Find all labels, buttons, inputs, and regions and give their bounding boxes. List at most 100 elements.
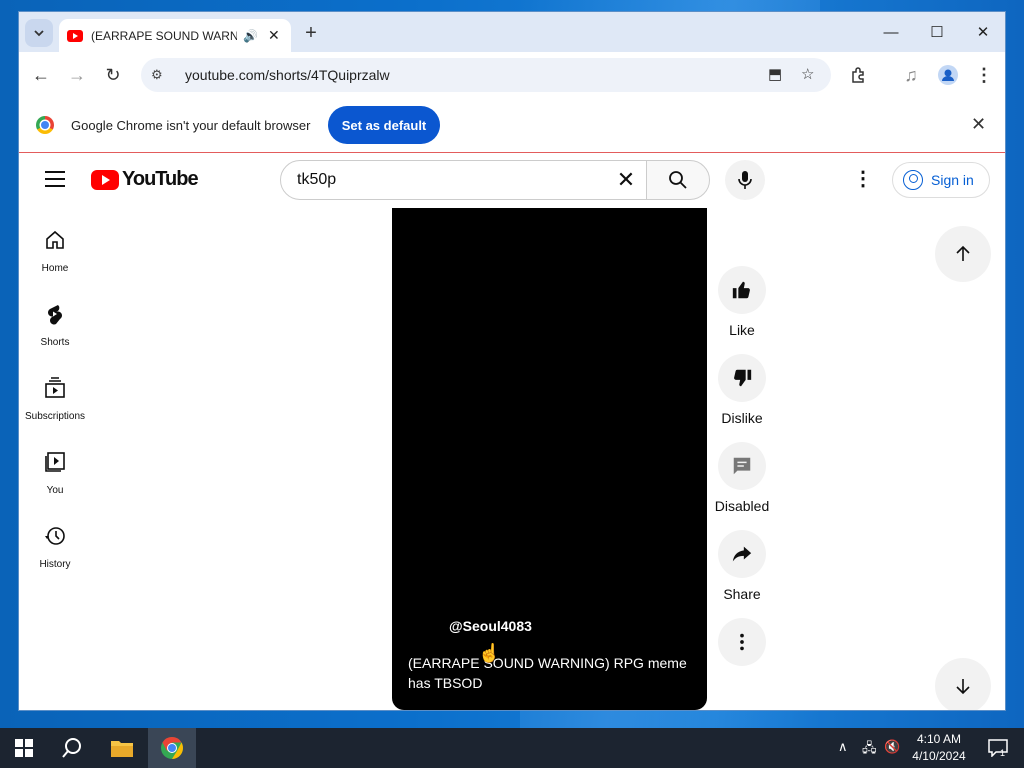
tab-title: (EARRAPE SOUND WARNING) RPG meme has TBS… bbox=[91, 28, 237, 43]
guide-item-history[interactable]: History bbox=[19, 524, 91, 572]
microphone-icon bbox=[738, 171, 752, 189]
shorts-icon bbox=[47, 305, 63, 325]
settings-more-icon[interactable]: ⋮ bbox=[851, 166, 875, 194]
tab-close-button[interactable]: ✕ bbox=[268, 27, 280, 44]
browser-window: (EARRAPE SOUND WARNING) RPG meme has TBS… bbox=[18, 11, 1006, 711]
guide-label-you: You bbox=[46, 485, 64, 496]
guide-item-subscriptions[interactable]: Subscriptions bbox=[19, 376, 91, 424]
url-text: youtube.com/shorts/4TQuiprzalw bbox=[185, 67, 390, 83]
youtube-logo[interactable]: YouTube bbox=[91, 168, 199, 191]
video-caption[interactable]: (EARRAPE SOUND WARNING) RPG meme has TBS… bbox=[408, 653, 688, 693]
youtube-page: YouTube tk50p ✕ ⋮ Sign in Home Shorts Su… bbox=[19, 154, 1005, 710]
guide-label-history: History bbox=[39, 559, 71, 570]
like-button[interactable] bbox=[718, 266, 766, 314]
like-label: Like bbox=[729, 322, 755, 338]
search-icon bbox=[669, 171, 687, 189]
sign-in-button[interactable]: Sign in bbox=[892, 162, 990, 198]
channel-name[interactable]: @Seoul4083 bbox=[449, 618, 532, 634]
browser-toolbar: ← → ↻ ⚙ youtube.com/shorts/4TQuiprzalw ⬒… bbox=[19, 52, 1005, 98]
forward-button[interactable]: → bbox=[63, 61, 91, 89]
library-icon bbox=[45, 452, 65, 472]
folder-icon bbox=[111, 741, 133, 757]
close-window-button[interactable]: ✕ bbox=[968, 20, 998, 44]
comments-label: Disabled bbox=[714, 498, 770, 514]
extensions-icon[interactable] bbox=[845, 61, 873, 89]
windows-logo-icon bbox=[15, 739, 33, 757]
thumbs-down-icon bbox=[734, 369, 752, 387]
windows-taskbar: ∧ 🖧 🔇 4:10 AM 4/10/2024 1 bbox=[0, 728, 1024, 768]
volume-muted-icon[interactable]: 🔇 bbox=[884, 739, 900, 755]
taskbar-clock[interactable]: 4:10 AM 4/10/2024 bbox=[904, 731, 974, 765]
youtube-favicon-icon bbox=[67, 29, 83, 42]
chrome-icon bbox=[161, 737, 183, 759]
thumbs-up-icon bbox=[732, 281, 750, 299]
arrow-down-icon bbox=[956, 679, 970, 695]
install-app-icon[interactable]: ⬒ bbox=[768, 65, 782, 83]
home-icon bbox=[46, 230, 64, 249]
guide-label-subscriptions: Subscriptions bbox=[24, 411, 86, 422]
search-icon bbox=[62, 738, 81, 758]
sign-in-label: Sign in bbox=[931, 172, 974, 188]
show-hidden-icons-icon[interactable]: ∧ bbox=[838, 739, 848, 755]
more-options-button[interactable] bbox=[718, 618, 766, 666]
chevron-down-icon bbox=[34, 30, 44, 37]
back-button[interactable]: ← bbox=[27, 61, 55, 89]
comments-action[interactable]: Disabled bbox=[709, 442, 775, 514]
previous-video-button[interactable] bbox=[935, 226, 991, 282]
arrow-up-icon bbox=[956, 245, 970, 261]
search-input[interactable]: tk50p ✕ bbox=[280, 160, 647, 200]
action-center-button[interactable]: 1 bbox=[980, 728, 1016, 768]
shorts-video-player[interactable]: @Seoul4083 (EARRAPE SOUND WARNING) RPG m… bbox=[392, 208, 707, 710]
like-action[interactable]: Like bbox=[709, 266, 775, 338]
media-control-icon[interactable]: ♫ bbox=[897, 61, 925, 89]
youtube-masthead: YouTube tk50p ✕ ⋮ Sign in bbox=[19, 154, 1005, 208]
infobar-close-icon[interactable]: ✕ bbox=[971, 114, 986, 135]
network-icon[interactable]: 🖧 bbox=[862, 739, 877, 761]
search-query: tk50p bbox=[297, 171, 337, 188]
search-button[interactable] bbox=[646, 160, 710, 200]
clear-search-icon[interactable]: ✕ bbox=[606, 167, 646, 193]
next-video-button[interactable] bbox=[935, 658, 991, 710]
maximize-button[interactable]: ☐ bbox=[922, 20, 952, 44]
dislike-button[interactable] bbox=[718, 354, 766, 402]
youtube-play-icon bbox=[91, 169, 119, 190]
account-icon bbox=[903, 170, 923, 190]
chrome-logo-icon bbox=[36, 116, 54, 134]
tab-search-button[interactable] bbox=[25, 19, 53, 47]
hamburger-menu-icon[interactable] bbox=[45, 171, 65, 187]
guide-label-shorts: Shorts bbox=[40, 337, 70, 348]
comments-button[interactable] bbox=[718, 442, 766, 490]
new-tab-button[interactable]: + bbox=[299, 21, 323, 45]
taskbar-search-button[interactable] bbox=[52, 728, 92, 768]
bookmark-star-icon[interactable]: ☆ bbox=[801, 65, 814, 83]
youtube-wordmark: YouTube bbox=[122, 168, 199, 190]
start-button[interactable] bbox=[6, 728, 42, 768]
more-action[interactable] bbox=[709, 618, 775, 666]
guide-item-shorts[interactable]: Shorts bbox=[19, 302, 91, 350]
chrome-taskbar-button[interactable] bbox=[148, 728, 196, 768]
dislike-label: Dislike bbox=[721, 410, 763, 426]
set-as-default-button[interactable]: Set as default bbox=[328, 106, 440, 144]
hand-cursor-icon: ☝ bbox=[478, 643, 501, 663]
share-action[interactable]: Share bbox=[709, 530, 775, 602]
chrome-menu-icon[interactable]: ⋮ bbox=[970, 61, 998, 89]
guide-item-you[interactable]: You bbox=[19, 450, 91, 498]
speaker-icon[interactable]: 🔊 bbox=[243, 29, 258, 43]
browser-tab[interactable]: (EARRAPE SOUND WARNING) RPG meme has TBS… bbox=[59, 19, 291, 52]
file-explorer-button[interactable] bbox=[100, 728, 144, 768]
reload-button[interactable]: ↻ bbox=[99, 61, 127, 89]
subscriptions-icon bbox=[45, 377, 65, 398]
dislike-action[interactable]: Dislike bbox=[709, 354, 775, 426]
share-button[interactable] bbox=[718, 530, 766, 578]
comments-disabled-icon bbox=[733, 457, 751, 475]
voice-search-button[interactable] bbox=[725, 160, 765, 200]
share-label: Share bbox=[723, 586, 761, 602]
profile-icon[interactable] bbox=[934, 61, 962, 89]
site-info-icon[interactable]: ⚙ bbox=[151, 67, 173, 83]
tab-strip: (EARRAPE SOUND WARNING) RPG meme has TBS… bbox=[19, 12, 1005, 52]
default-browser-infobar: Google Chrome isn't your default browser… bbox=[19, 98, 1005, 153]
minimize-button[interactable]: — bbox=[876, 20, 906, 44]
infobar-message: Google Chrome isn't your default browser bbox=[71, 118, 311, 133]
guide-item-home[interactable]: Home bbox=[19, 228, 91, 276]
address-bar[interactable]: ⚙ youtube.com/shorts/4TQuiprzalw ⬒ ☆ bbox=[141, 58, 831, 92]
